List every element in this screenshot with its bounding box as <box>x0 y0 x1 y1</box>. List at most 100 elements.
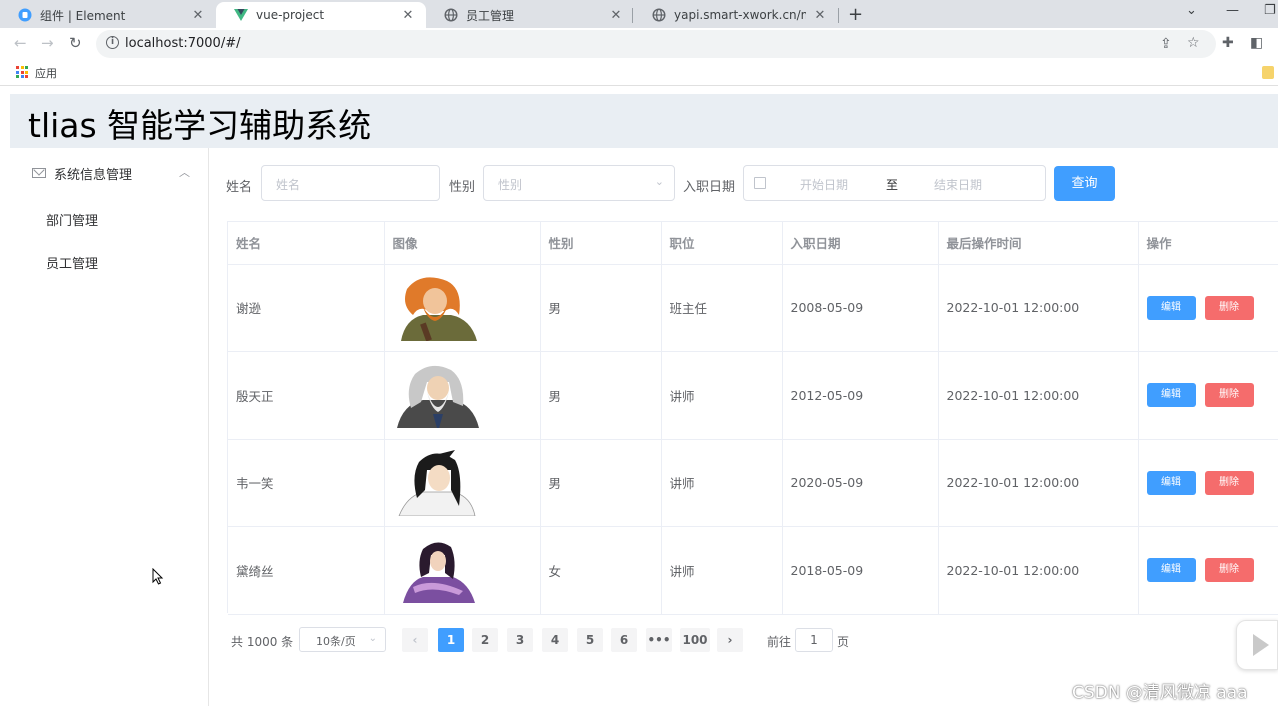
cell-job: 讲师 <box>661 526 783 615</box>
message-icon <box>32 168 46 178</box>
bookmarks-bar: 应用 <box>0 60 1278 86</box>
column-header-actions: 操作 <box>1138 222 1278 265</box>
bookmark-folder-icon[interactable] <box>1262 66 1274 79</box>
cell-avatar <box>384 526 541 615</box>
range-separator: 至 <box>886 178 899 192</box>
forward-arrow-icon[interactable]: → <box>41 34 54 52</box>
delete-button[interactable]: 删除 <box>1204 558 1254 583</box>
table-row: 殷天正 男 讲师 2012-05-09 2022-10-01 12:00:00 … <box>228 351 1278 440</box>
edit-button[interactable]: 编辑 <box>1146 383 1196 408</box>
vue-favicon <box>234 8 248 22</box>
sidebar-item-employee[interactable]: 员工管理 <box>10 241 208 284</box>
address-bar[interactable]: i localhost:7000/#/ ⇪ ☆ <box>96 30 1216 58</box>
pagination-total: 共 1000 条 <box>231 635 294 649</box>
column-header-image: 图像 <box>384 222 541 265</box>
element-favicon <box>18 8 32 22</box>
end-date-input[interactable]: 结束日期 <box>934 176 982 193</box>
page-number-2[interactable]: 2 <box>472 628 498 652</box>
page-number-4[interactable]: 4 <box>542 628 568 652</box>
cell-actions: 编辑 删除 <box>1138 439 1278 527</box>
close-tab-icon[interactable]: ✕ <box>608 8 624 23</box>
tab-vue-project[interactable]: vue-project ✕ <box>216 2 426 28</box>
chevron-up-icon: ︿ <box>179 166 190 179</box>
url-text: localhost:7000/#/ <box>125 36 241 51</box>
cell-name: 黛绮丝 <box>228 526 385 615</box>
close-tab-icon[interactable]: ✕ <box>190 8 206 23</box>
page-number-6[interactable]: 6 <box>611 628 637 652</box>
edit-button[interactable]: 编辑 <box>1146 295 1196 320</box>
name-filter-input[interactable]: 姓名 <box>261 165 440 201</box>
share-icon[interactable]: ⇪ <box>1160 36 1172 52</box>
tab-yapi[interactable]: yapi.smart-xwork.cn/mock/16 ✕ <box>634 2 838 28</box>
extensions-puzzle-icon[interactable]: ✚ <box>1222 35 1234 51</box>
tab-title: 组件 | Element <box>40 8 126 23</box>
browser-tab-strip: 组件 | Element ✕ vue-project ✕ 员工管理 ✕ yapi… <box>0 0 1278 28</box>
goto-page-input[interactable]: 1 <box>795 628 833 652</box>
cell-job: 班主任 <box>661 264 783 352</box>
delete-button[interactable]: 删除 <box>1204 295 1254 320</box>
cell-name: 韦一笑 <box>228 439 385 527</box>
next-page-button[interactable]: › <box>717 628 743 652</box>
tab-divider <box>632 8 633 23</box>
app-title: tlias 智能学习辅助系统 <box>28 106 372 145</box>
cell-gender: 男 <box>540 264 662 352</box>
orange-haired-warrior-avatar <box>400 277 477 341</box>
delete-button[interactable]: 删除 <box>1204 383 1254 408</box>
new-tab-plus-icon[interactable]: + <box>848 4 863 25</box>
cell-name: 殷天正 <box>228 351 385 440</box>
goto-label: 前往 <box>767 635 792 649</box>
cell-entrydate: 2008-05-09 <box>782 264 939 352</box>
cell-gender: 女 <box>540 526 662 615</box>
back-arrow-icon[interactable]: ← <box>14 34 27 52</box>
cell-entrydate: 2018-05-09 <box>782 526 939 615</box>
column-header-name: 姓名 <box>228 222 385 265</box>
cell-actions: 编辑 删除 <box>1138 526 1278 615</box>
cell-updated: 2022-10-01 12:00:00 <box>938 351 1139 440</box>
maximize-window-icon[interactable]: ❐ <box>1264 3 1276 18</box>
cell-avatar <box>384 439 541 527</box>
cell-job: 讲师 <box>661 351 783 440</box>
entrydate-filter-label: 入职日期 <box>683 180 736 195</box>
apps-grid-icon[interactable] <box>16 66 28 78</box>
tab-title: vue-project <box>256 8 325 22</box>
tab-element[interactable]: 组件 | Element ✕ <box>0 2 216 28</box>
gender-select[interactable]: 性别 ⌄ <box>483 165 675 201</box>
gender-placeholder: 性别 <box>498 178 523 192</box>
app-container: tlias 智能学习辅助系统 系统信息管理 ︿ 部门管理 员工管理 姓名 姓名 … <box>10 94 1278 706</box>
page-size-select[interactable]: 10条/页 ⌄ <box>299 627 386 652</box>
entrydate-range-picker[interactable]: 开始日期 至 结束日期 <box>743 165 1046 201</box>
more-pages-button[interactable]: ••• <box>646 628 672 652</box>
start-date-input[interactable]: 开始日期 <box>800 176 848 193</box>
page-number-3[interactable]: 3 <box>507 628 533 652</box>
video-play-icon[interactable] <box>1236 620 1278 670</box>
mouse-cursor-icon <box>152 568 164 585</box>
apps-bookmark-label[interactable]: 应用 <box>35 65 57 81</box>
side-panel-icon[interactable]: ◧ <box>1250 35 1263 51</box>
minimize-window-icon[interactable]: — <box>1226 3 1239 18</box>
page-number-last[interactable]: 100 <box>680 628 710 652</box>
edit-button[interactable]: 编辑 <box>1146 558 1196 583</box>
prev-page-button[interactable]: ‹ <box>402 628 428 652</box>
edit-button[interactable]: 编辑 <box>1146 470 1196 495</box>
cell-actions: 编辑 删除 <box>1138 264 1278 352</box>
reload-icon[interactable]: ↻ <box>69 34 82 52</box>
sidebar-group-system-info[interactable]: 系统信息管理 ︿ <box>10 148 208 198</box>
sidebar-item-dept[interactable]: 部门管理 <box>10 198 208 241</box>
employee-table: 姓名 图像 性别 职位 入职日期 最后操作时间 操作 谢逊 男 班主任 2008… <box>227 221 1278 615</box>
tab-search-chevron-icon[interactable]: ⌄ <box>1186 3 1197 18</box>
column-header-entrydate: 入职日期 <box>782 222 939 265</box>
query-button[interactable]: 查询 <box>1054 166 1115 201</box>
site-info-icon[interactable]: i <box>106 36 119 49</box>
sidebar-group-label: 系统信息管理 <box>54 167 133 183</box>
close-tab-icon[interactable]: ✕ <box>812 8 828 23</box>
close-tab-icon[interactable]: ✕ <box>400 8 416 23</box>
column-header-updated: 最后操作时间 <box>938 222 1139 265</box>
delete-button[interactable]: 删除 <box>1204 470 1254 495</box>
cell-actions: 编辑 删除 <box>1138 351 1278 440</box>
page-number-5[interactable]: 5 <box>577 628 603 652</box>
bookmark-star-icon[interactable]: ☆ <box>1187 35 1200 51</box>
tab-employee[interactable]: 员工管理 ✕ <box>426 2 634 28</box>
page-number-1[interactable]: 1 <box>438 628 464 652</box>
cell-gender: 男 <box>540 439 662 527</box>
cell-avatar <box>384 351 541 440</box>
